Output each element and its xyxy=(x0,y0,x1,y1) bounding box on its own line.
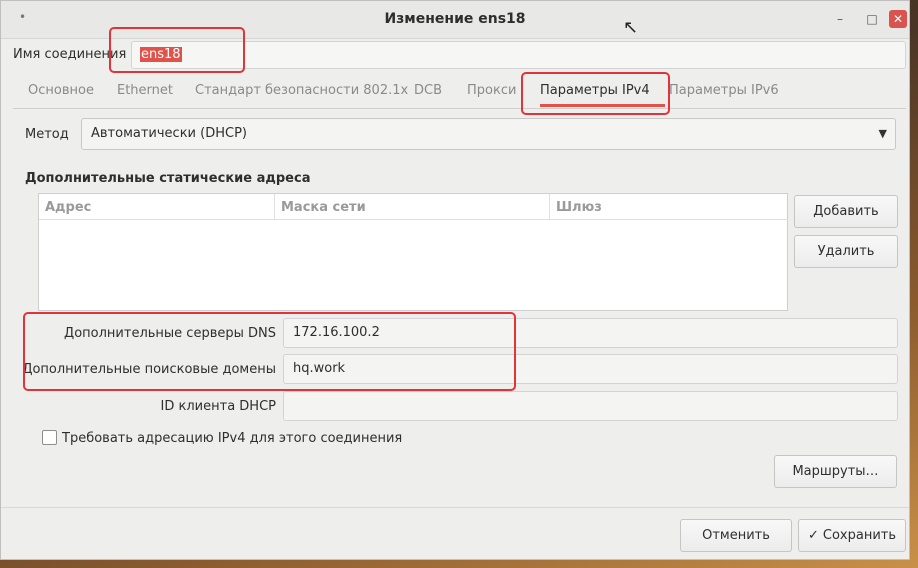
column-header-netmask[interactable]: Маска сети xyxy=(275,194,550,220)
tab-8021x-security[interactable]: Стандарт безопасности 802.1x xyxy=(195,83,408,98)
active-tab-indicator xyxy=(540,104,665,107)
tab-proxy[interactable]: Прокси xyxy=(467,83,516,98)
tab-ipv6-settings[interactable]: Параметры IPv6 xyxy=(669,83,779,98)
routes-button[interactable]: Маршруты… xyxy=(774,455,897,488)
tab-general[interactable]: Основное xyxy=(28,83,94,98)
window-title: Изменение ens18 xyxy=(384,11,526,27)
static-addresses-title: Дополнительные статические адреса xyxy=(25,171,311,186)
search-domains-label: Дополнительные поисковые домены xyxy=(22,362,276,377)
column-header-gateway[interactable]: Шлюз xyxy=(550,194,788,220)
dns-servers-label: Дополнительные серверы DNS xyxy=(64,326,276,341)
delete-address-button[interactable]: Удалить xyxy=(794,235,898,268)
require-ipv4-checkbox[interactable] xyxy=(42,430,57,445)
require-ipv4-label[interactable]: Требовать адресацию IPv4 для этого соеди… xyxy=(62,431,402,446)
tab-bar: Основное Ethernet Стандарт безопасности … xyxy=(13,73,906,109)
mouse-cursor-icon: ↖ xyxy=(623,17,639,38)
save-button[interactable]: ✓ Сохранить xyxy=(798,519,906,552)
checkmark-icon: ✓ xyxy=(807,528,819,543)
add-address-button[interactable]: Добавить xyxy=(794,195,898,228)
dhcp-client-id-input[interactable] xyxy=(283,391,898,421)
edit-connection-dialog: • Изменение ens18 – □ ✕ ↖ Имя соединения… xyxy=(0,0,910,560)
method-select[interactable]: Автоматически (DHCP) ▼ xyxy=(81,118,896,150)
method-value: Автоматически (DHCP) xyxy=(91,126,247,141)
connection-name-value: ens18 xyxy=(140,47,182,62)
button-bar-divider xyxy=(1,507,909,508)
cancel-button[interactable]: Отменить xyxy=(680,519,792,552)
title-bar: • Изменение ens18 – □ ✕ xyxy=(1,1,909,39)
dhcp-client-id-label: ID клиента DHCP xyxy=(160,399,276,414)
dns-servers-input[interactable]: 172.16.100.2 xyxy=(283,318,898,348)
static-addresses-table[interactable]: Адрес Маска сети Шлюз xyxy=(38,193,788,311)
tab-ipv4-settings[interactable]: Параметры IPv4 xyxy=(540,83,650,98)
connection-name-input[interactable]: ens18 xyxy=(131,41,906,69)
tab-dcb[interactable]: DCB xyxy=(414,83,442,98)
column-header-address[interactable]: Адрес xyxy=(39,194,275,220)
minimize-icon[interactable]: – xyxy=(831,10,849,28)
method-label: Метод xyxy=(25,127,69,142)
save-button-label: Сохранить xyxy=(822,528,897,543)
maximize-icon[interactable]: □ xyxy=(863,10,881,28)
search-domains-input[interactable]: hq.work xyxy=(283,354,898,384)
dropdown-arrow-icon: ▼ xyxy=(878,127,887,140)
tab-ethernet[interactable]: Ethernet xyxy=(117,83,173,98)
close-icon[interactable]: ✕ xyxy=(889,10,907,28)
connection-name-label: Имя соединения xyxy=(13,47,127,62)
